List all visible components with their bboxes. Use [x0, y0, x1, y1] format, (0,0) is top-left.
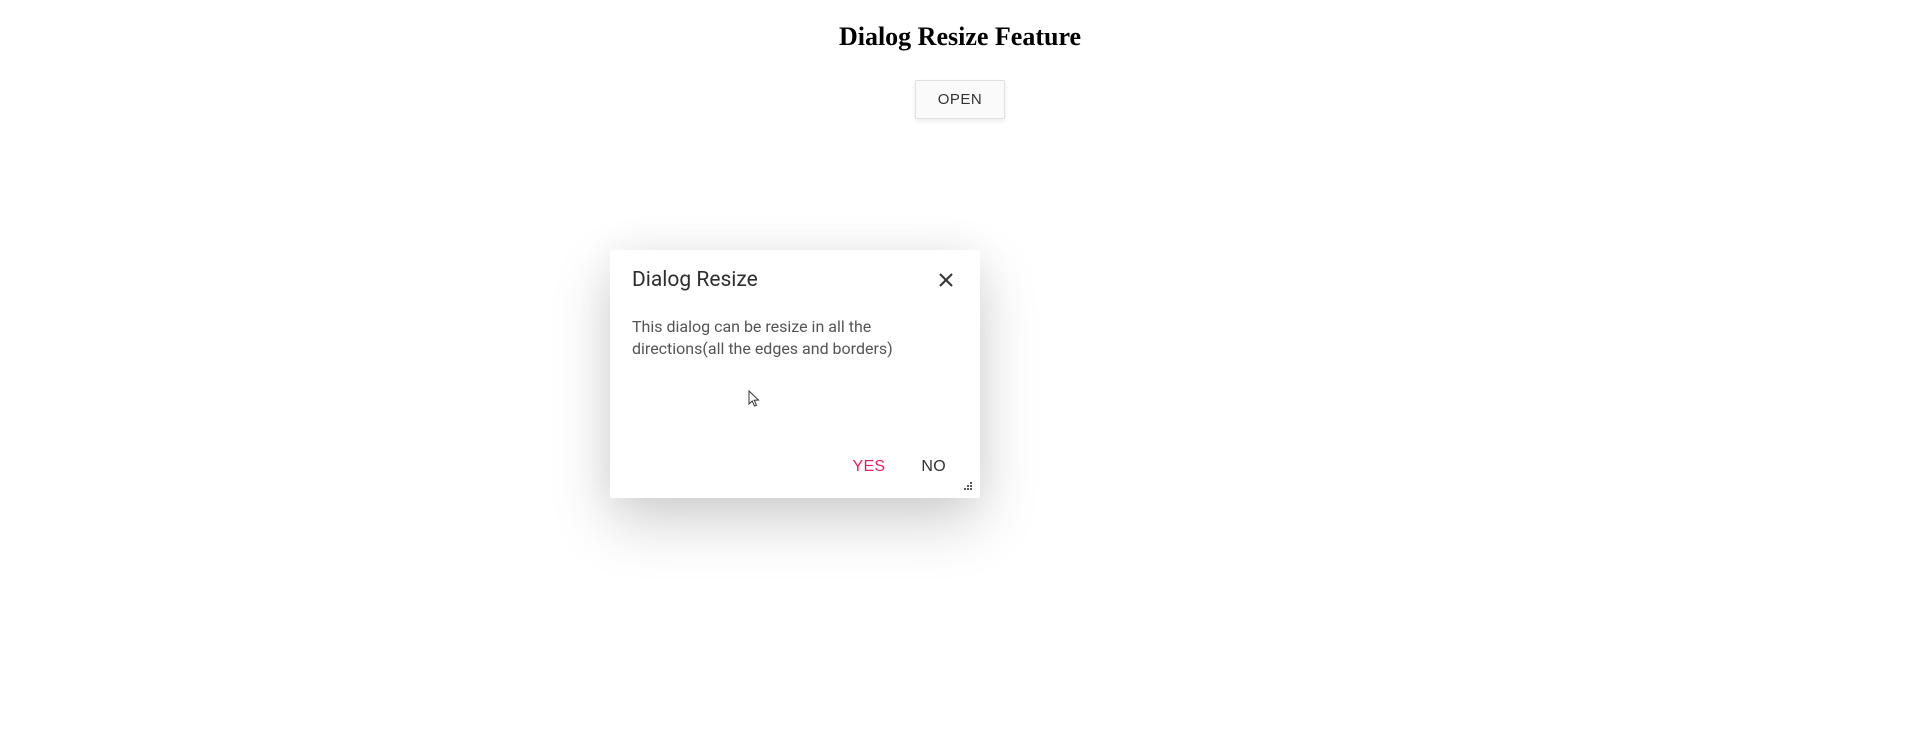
- close-button[interactable]: [934, 268, 958, 292]
- resize-handle-icon: [960, 478, 974, 492]
- open-button-container: OPEN: [0, 80, 1920, 119]
- resize-handle[interactable]: [960, 478, 976, 494]
- dialog-header: Dialog Resize: [610, 250, 980, 292]
- close-icon: [938, 272, 954, 288]
- page-title: Dialog Resize Feature: [0, 22, 1920, 52]
- no-button[interactable]: NO: [917, 452, 950, 482]
- dialog-footer: YES NO: [610, 452, 980, 498]
- yes-button[interactable]: YES: [848, 452, 889, 482]
- dialog: Dialog Resize This dialog can be resize …: [610, 250, 980, 498]
- open-button[interactable]: OPEN: [915, 80, 1006, 119]
- dialog-body-text: This dialog can be resize in all the dir…: [632, 316, 902, 359]
- dialog-title: Dialog Resize: [632, 268, 934, 292]
- dialog-body: This dialog can be resize in all the dir…: [610, 292, 980, 452]
